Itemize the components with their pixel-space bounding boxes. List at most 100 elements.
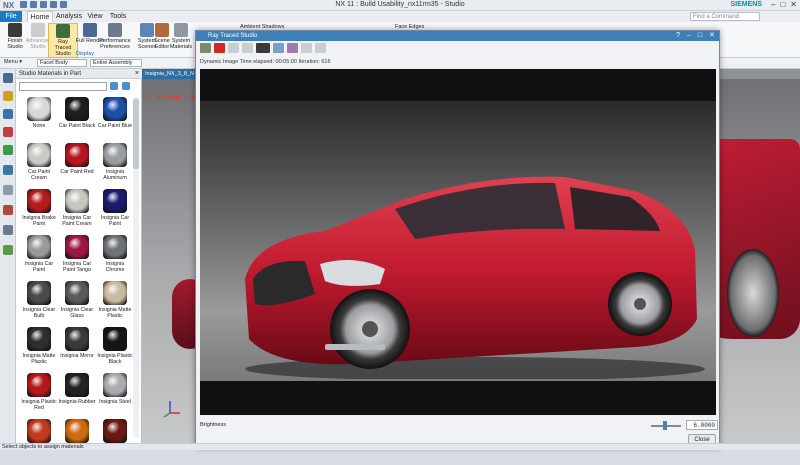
type-filter-select[interactable]: Facet Body [37,59,87,67]
material-tile[interactable]: Insignia Steel [96,373,134,419]
material-label: Insignia Brake Paint [22,215,56,227]
roles-icon[interactable] [3,245,13,255]
system-materials-button[interactable]: System Materials [166,23,196,50]
fullscreen-icon[interactable] [315,43,326,53]
material-label: Insignia Plastic Red [21,399,57,411]
dialog-title: Ray Traced Studio [208,33,258,39]
material-sphere-icon [65,97,89,121]
title-bar: NX NX 11 : Build Usability_nx11rm35 - St… [0,0,800,11]
performance-preferences-button[interactable]: Performance Preferences [98,23,132,50]
scrollbar-thumb[interactable] [133,99,139,169]
material-label: Car Paint Blue [97,123,133,129]
material-tile[interactable]: Insignia Brake Paint [20,189,58,235]
window-title: NX 11 : Build Usability_nx11rm35 - Studi… [335,1,465,8]
material-tile[interactable]: Insignia Matte Plastic [20,327,58,373]
maximize-icon[interactable]: □ [780,0,785,9]
material-label: None [32,123,46,129]
material-tile[interactable] [20,419,58,465]
material-tile[interactable]: Car Paint Black [58,97,96,143]
material-sphere-icon [103,235,127,259]
material-tile[interactable]: Insignia Plastic Red [20,373,58,419]
menu-button[interactable]: Menu ▾ [2,59,32,67]
material-label: Insignia Matte Plastic [22,353,56,365]
material-tile[interactable]: Insignia Matte Plastic [96,281,134,327]
minimize-icon[interactable]: – [771,0,775,9]
material-tile[interactable]: Insignia Car Paint [96,189,134,235]
options-icon[interactable] [200,43,211,53]
tab-file[interactable]: File [0,11,22,22]
tab-view[interactable]: View [86,11,104,22]
window-controls: – □ ✕ [771,0,797,9]
web-browser-icon[interactable] [3,165,13,175]
material-label: Insignia Chrome [105,261,125,273]
material-filter-select[interactable] [19,82,107,91]
material-tile[interactable] [96,419,134,465]
material-sphere-icon [103,189,127,213]
constraint-navigator-icon[interactable] [3,109,13,119]
material-tile[interactable] [58,419,96,465]
render-icon [83,23,97,37]
part-navigator-icon[interactable] [3,127,13,137]
maximize-icon[interactable]: □ [698,31,702,41]
material-label: Car Paint Red [60,169,94,175]
start-icon[interactable] [214,43,225,53]
dialog-title-bar[interactable]: Ray Traced Studio ? – □ ✕ [196,31,719,41]
material-tile[interactable]: Insignia Rubber [58,373,96,419]
tab-analysis[interactable]: Analysis [56,11,82,22]
process-studio-icon[interactable] [3,225,13,235]
help-icon[interactable]: ? [676,31,680,41]
material-tile[interactable]: None [20,97,58,143]
render-viewport[interactable] [200,69,716,415]
material-sphere-icon [103,143,127,167]
material-tile[interactable]: Insignia Plastic Black [96,327,134,373]
material-label: Insignia Steel [99,399,131,405]
material-label: Insignia Rubber [58,399,96,405]
command-search-input[interactable]: Find a Command [690,12,760,21]
refresh-icon[interactable] [110,82,118,90]
material-tile[interactable]: Insignia Clear Glass [58,281,96,327]
material-tile[interactable]: Insignia Car Paint Tango [58,235,96,281]
assembly-navigator-icon[interactable] [3,91,13,101]
brightness-slider-handle[interactable] [663,421,667,430]
stop-icon[interactable] [242,43,253,53]
material-tile[interactable]: Insignia Car Paint Cream [58,189,96,235]
brightness-value-input[interactable]: 6.0000 [686,420,718,430]
tab-tools[interactable]: Tools [108,11,128,22]
in-session-message: In session parts [146,93,203,102]
close-icon[interactable]: × [135,69,139,79]
material-tile[interactable]: Car Paint Red [58,143,96,189]
gear-icon [108,23,122,37]
capture-icon[interactable] [287,43,298,53]
pause-icon[interactable] [228,43,239,53]
material-sphere-icon [65,189,89,213]
settings-icon[interactable] [3,73,13,83]
material-tile[interactable]: Insignia Aluminum [96,143,134,189]
material-tile[interactable]: Car Paint Cream [20,143,58,189]
material-tile[interactable]: Car Paint Blue [96,97,134,143]
system-materials-icon[interactable] [3,205,13,215]
material-tile[interactable]: Insignia Chrome [96,235,134,281]
save-image-icon[interactable] [273,43,284,53]
reuse-library-icon[interactable] [3,145,13,155]
material-label: Insignia Plastic Black [97,353,133,365]
render-status-text: Dynamic Image Time elapsed: 00:05:00 Ite… [200,59,331,65]
view-options-icon[interactable] [122,82,130,90]
material-sphere-icon [103,281,127,305]
panel-tools [110,82,130,90]
history-icon[interactable] [3,185,13,195]
minimize-icon[interactable]: – [687,31,691,41]
material-tile[interactable]: Insignia Clear Bulb [20,281,58,327]
material-label: Insignia Mirror [60,353,94,359]
material-tile[interactable]: Insignia Mirror [58,327,96,373]
material-sphere-icon [65,373,89,397]
material-sphere-icon [27,327,51,351]
tab-home[interactable]: Home [27,11,53,22]
close-icon[interactable]: ✕ [790,0,797,9]
material-label: Insignia Car Paint [24,261,54,273]
scope-select[interactable]: Entire Assembly [90,59,142,67]
close-icon[interactable]: ✕ [709,31,715,41]
material-tile[interactable]: Insignia Car Paint [20,235,58,281]
image-resolution-icon[interactable] [256,43,270,53]
fit-icon[interactable] [301,43,312,53]
background-car-wheel [727,249,779,337]
